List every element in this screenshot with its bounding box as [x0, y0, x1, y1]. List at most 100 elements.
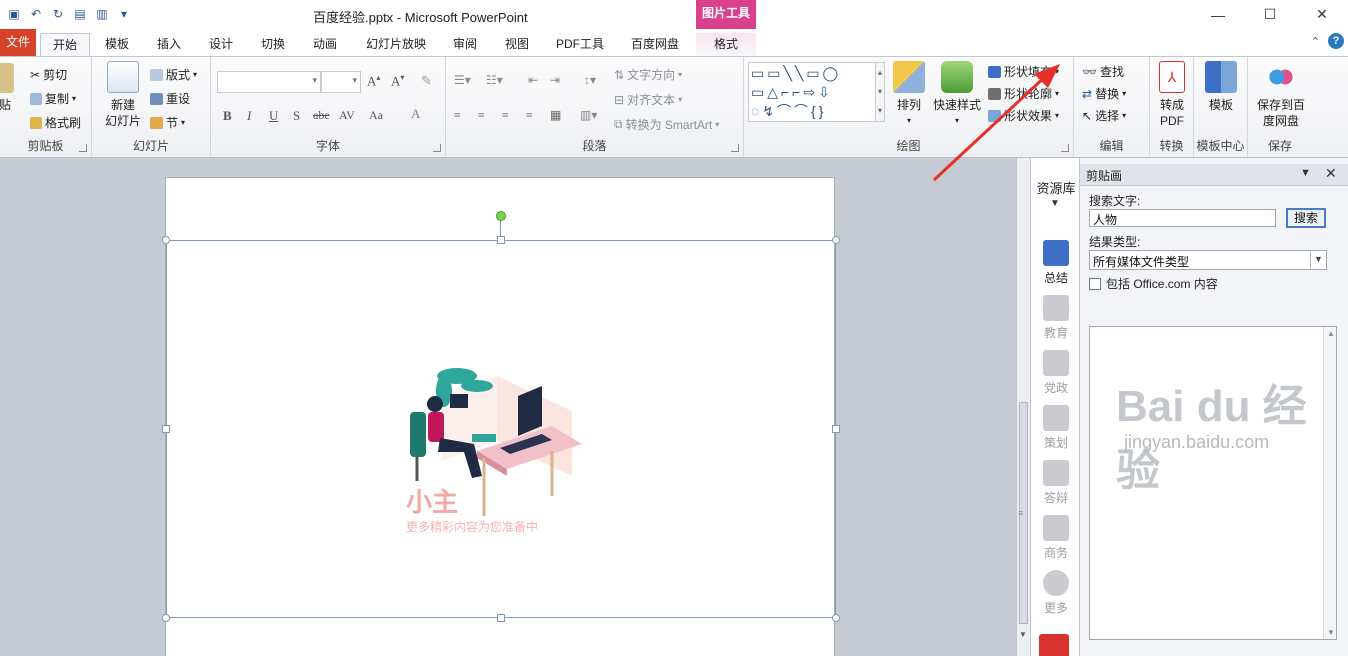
slide[interactable]: 小主 更多精彩内容为您准备中	[162, 177, 840, 656]
resize-handle-br[interactable]	[832, 614, 840, 622]
search-input[interactable]: 人物	[1089, 209, 1276, 227]
section-button[interactable]: 节 ▾	[150, 114, 185, 131]
tab-format[interactable]: 格式	[696, 33, 756, 56]
help-icon[interactable]: ?	[1328, 33, 1344, 49]
replace-button[interactable]: ⇄ 替换 ▾	[1082, 85, 1126, 102]
arrange-button[interactable]: 排列 ▾	[892, 61, 926, 129]
cut-button[interactable]: ✂ 剪切	[30, 66, 67, 83]
tab-file[interactable]: 文件	[0, 29, 36, 56]
columns-icon[interactable]: ▥▾	[580, 108, 597, 123]
tab-template[interactable]: 模板	[96, 33, 138, 56]
chevron-down-icon[interactable]: ▼	[1050, 198, 1060, 209]
tab-animations[interactable]: 动画	[304, 33, 346, 56]
resize-handle-tl[interactable]	[162, 236, 170, 244]
copy-button[interactable]: 复制 ▾	[30, 90, 76, 107]
tab-transitions[interactable]: 切换	[252, 33, 294, 56]
italic-button[interactable]: I	[247, 108, 251, 124]
save-to-baidu-button[interactable]: 保存到百 度网盘	[1250, 61, 1312, 129]
tab-pdf-tools[interactable]: PDF工具	[548, 33, 612, 56]
scroll-down-icon[interactable]: ▼	[1019, 630, 1027, 639]
resize-handle-bl[interactable]	[162, 614, 170, 622]
find-button[interactable]: 👓 查找	[1082, 63, 1124, 80]
scroll-down-icon[interactable]: ▼	[1327, 628, 1335, 637]
format-painter-button[interactable]: 格式刷	[30, 114, 81, 131]
scroll-up-icon[interactable]: ▲	[1327, 329, 1335, 338]
numbering-icon[interactable]: ☷▾	[486, 73, 503, 88]
shrink-font-icon[interactable]: A▾	[391, 73, 404, 89]
grow-font-icon[interactable]: A▴	[367, 73, 380, 89]
tab-review[interactable]: 审阅	[444, 33, 486, 56]
resize-handle-r[interactable]	[832, 425, 840, 433]
bullets-icon[interactable]: ☰▾	[454, 73, 471, 88]
resource-category-education[interactable]: 教育	[1031, 295, 1081, 341]
align-text-button[interactable]: ⊟ 对齐文本 ▾	[614, 91, 682, 108]
resource-category-party[interactable]: 党政	[1031, 350, 1081, 396]
layout-icon[interactable]: ▤	[72, 6, 88, 22]
to-pdf-button[interactable]: ⅄ 转成 PDF	[1154, 61, 1190, 129]
font-name-select[interactable]	[217, 71, 321, 93]
reset-button[interactable]: 重设	[150, 90, 190, 107]
resource-category-summary[interactable]: 总结	[1031, 240, 1081, 286]
font-color-button[interactable]: A	[411, 106, 420, 122]
tab-baidu-disk[interactable]: 百度网盘	[622, 33, 688, 56]
checkbox-box[interactable]	[1089, 277, 1101, 290]
tab-home[interactable]: 开始	[40, 33, 90, 56]
search-button[interactable]: 搜索	[1286, 208, 1326, 228]
customize-qat-icon[interactable]: ▾	[116, 6, 132, 22]
result-type-select[interactable]: 所有媒体文件类型 ▼	[1089, 250, 1327, 270]
tab-view[interactable]: 视图	[496, 33, 538, 56]
template-button[interactable]: 模板	[1200, 61, 1242, 113]
align-left-icon[interactable]: ≡	[454, 108, 461, 123]
slides-icon[interactable]: ▥	[94, 6, 110, 22]
clipboard-launcher-icon[interactable]	[79, 144, 87, 152]
paragraph-launcher-icon[interactable]	[731, 144, 739, 152]
increase-indent-icon[interactable]: ⇥	[550, 73, 560, 88]
minimize-button[interactable]: —	[1192, 0, 1244, 29]
distributed-icon[interactable]: ▦	[550, 108, 561, 123]
resource-category-defense[interactable]: 答辩	[1031, 460, 1081, 506]
justify-icon[interactable]: ≡	[526, 108, 533, 123]
redo-icon[interactable]: ↻	[50, 6, 66, 22]
decrease-indent-icon[interactable]: ⇤	[528, 73, 538, 88]
close-button[interactable]: ✕	[1296, 0, 1348, 29]
resize-handle-tr[interactable]	[832, 236, 840, 244]
clear-format-icon[interactable]: ✎	[421, 73, 432, 89]
new-slide-button[interactable]: 新建 幻灯片	[98, 61, 148, 129]
resource-category-more[interactable]: 更多	[1031, 570, 1081, 616]
tab-insert[interactable]: 插入	[148, 33, 190, 56]
maximize-button[interactable]: ☐	[1244, 0, 1296, 29]
save-icon[interactable]: ▣	[6, 6, 22, 22]
resource-category-planning[interactable]: 策划	[1031, 405, 1081, 451]
resize-handle-b[interactable]	[497, 614, 505, 622]
font-launcher-icon[interactable]	[433, 144, 441, 152]
shadow-button[interactable]: S	[293, 108, 300, 124]
text-direction-button[interactable]: ⇅ 文字方向 ▾	[614, 66, 682, 83]
underline-button[interactable]: U	[269, 108, 278, 124]
smartart-button[interactable]: ⧉ 转换为 SmartArt ▾	[614, 116, 719, 133]
collapse-ribbon-icon[interactable]: ⌃	[1311, 35, 1320, 48]
shapes-gallery-scroll[interactable]: ▴ ▾ ▾	[875, 62, 885, 122]
include-office-checkbox[interactable]: 包括 Office.com 内容	[1089, 275, 1218, 292]
pane-menu-icon[interactable]: ▼	[1300, 167, 1311, 179]
strikethrough-button[interactable]: abe	[313, 108, 330, 123]
resize-handle-t[interactable]	[497, 236, 505, 244]
shapes-gallery[interactable]: ▭▭╲╲▭◯ ▭△⌐⌐⇨⇩ ◌↯⌒⌒{}	[748, 62, 876, 122]
bold-button[interactable]: B	[223, 108, 232, 124]
canvas-scrollbar[interactable]: ≡ ▼	[1016, 158, 1030, 656]
line-spacing-icon[interactable]: ↕▾	[584, 73, 596, 88]
resize-handle-l[interactable]	[162, 425, 170, 433]
red-packet-icon[interactable]	[1039, 634, 1069, 656]
layout-button[interactable]: 版式 ▾	[150, 66, 197, 83]
align-right-icon[interactable]: ≡	[502, 108, 509, 123]
align-center-icon[interactable]: ≡	[478, 108, 485, 123]
chevron-down-icon[interactable]: ▼	[1310, 251, 1326, 269]
tab-slideshow[interactable]: 幻灯片放映	[358, 33, 434, 56]
font-size-select[interactable]	[321, 71, 361, 93]
close-icon[interactable]: ✕	[1325, 165, 1337, 182]
change-case-button[interactable]: Aa	[369, 108, 383, 123]
tab-design[interactable]: 设计	[200, 33, 242, 56]
paste-button[interactable]: 粘贴	[0, 63, 20, 113]
undo-icon[interactable]: ↶	[28, 6, 44, 22]
select-button[interactable]: ↖ 选择 ▾	[1082, 107, 1126, 124]
rotation-handle[interactable]	[496, 211, 506, 221]
